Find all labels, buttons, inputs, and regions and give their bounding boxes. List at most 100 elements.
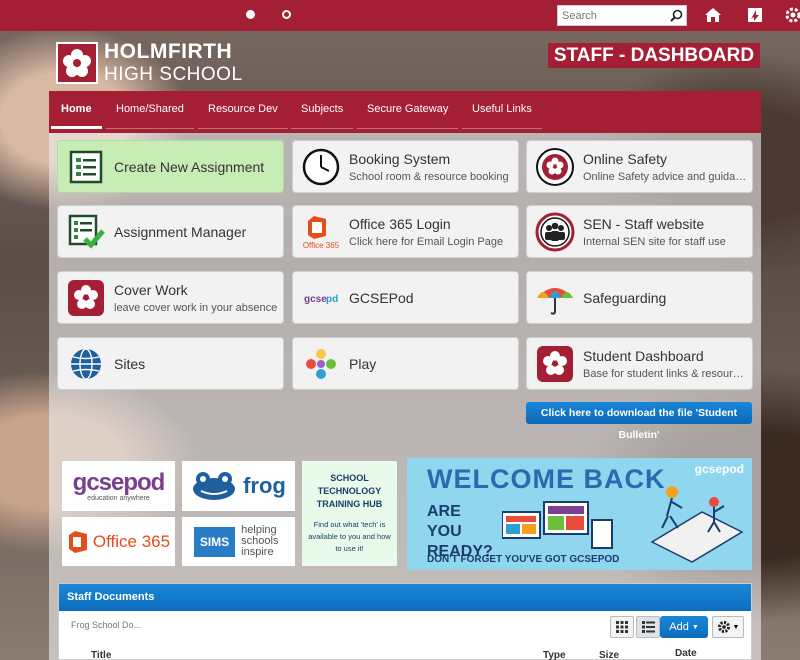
tile-title: Online Safety — [583, 150, 668, 167]
office365-banner[interactable]: Office 365 — [62, 517, 175, 566]
tile-cover-work[interactable]: Cover Work leave cover work in your absen… — [57, 271, 284, 324]
staff-documents-title: Staff Documents — [59, 584, 751, 611]
tile-safeguarding[interactable]: Safeguarding — [526, 271, 753, 324]
tile-play[interactable]: Play — [292, 337, 519, 390]
tile-subtitle: Click here for Email Login Page — [349, 235, 504, 248]
tech-hub-title: SCHOOL TECHNOLOGY TRAINING HUB — [316, 473, 383, 509]
search-box[interactable] — [557, 5, 687, 26]
svg-text:gcse: gcse — [304, 294, 327, 305]
tile-sites[interactable]: Sites — [57, 337, 284, 390]
top-bar — [0, 0, 800, 31]
settings-menu-button[interactable]: ▼ — [712, 616, 744, 638]
tile-title: SEN - Staff website — [583, 215, 705, 232]
tile-gcsepod[interactable]: gcse pd GCSEPod — [292, 271, 519, 324]
tile-title: Cover Work — [114, 281, 188, 298]
list-view-icon[interactable] — [636, 616, 660, 638]
sims-banner[interactable]: SIMS helping schools inspire — [182, 517, 295, 566]
play-icon — [293, 337, 349, 390]
nav-home-shared[interactable]: Home/Shared — [106, 91, 194, 129]
school-name-line1: HOLMFIRTH — [104, 40, 233, 63]
add-button[interactable]: Add ▼ — [660, 616, 708, 638]
column-title[interactable]: Title — [91, 650, 111, 660]
nav-resource-dev[interactable]: Resource Dev — [198, 91, 288, 129]
gcsepod-logo-text: gcsepod — [72, 468, 166, 496]
checklist-tick-icon — [58, 205, 114, 258]
tile-subtitle: Online Safety advice and guidance — [583, 170, 748, 183]
home-icon[interactable] — [704, 6, 722, 24]
sims-tagline: helping schools inspire — [241, 524, 279, 558]
tile-title: Sites — [114, 355, 146, 372]
school-crest-icon — [527, 337, 583, 390]
tile-student-dashboard[interactable]: Student Dashboard Base for student links … — [526, 337, 753, 390]
tile-online-safety[interactable]: Online Safety Online Safety advice and gu… — [526, 140, 753, 193]
school-name: HOLMFIRTH HIGH SCHOOL — [104, 41, 243, 84]
office365-text: Office 365 — [92, 531, 171, 551]
frog-banner[interactable]: frog — [182, 461, 295, 511]
add-label: Add — [669, 621, 689, 633]
settings-icon[interactable] — [784, 6, 800, 24]
sims-logo: SIMS — [193, 526, 236, 557]
frog-logo-text: frog — [243, 473, 286, 498]
tile-title: Assignment Manager — [114, 223, 247, 240]
school-crest-icon — [527, 140, 583, 193]
office365-icon — [68, 530, 87, 553]
breadcrumb[interactable]: Frog School Do... — [71, 620, 141, 630]
tile-office-365-login[interactable]: Office 365 Office 365 Login Click here fo… — [292, 205, 519, 258]
nav-subjects[interactable]: Subjects — [291, 91, 354, 129]
main-nav: Home Home/Shared Resource Dev Subjects S… — [49, 91, 761, 133]
column-size[interactable]: Size — [599, 650, 619, 660]
school-name-line2: HIGH SCHOOL — [104, 64, 243, 85]
carousel-dot[interactable] — [282, 10, 291, 19]
tile-subtitle: School room & resource booking — [349, 170, 509, 183]
school-logo[interactable] — [56, 42, 98, 84]
tile-subtitle: Base for student links & resources — [583, 367, 748, 380]
tech-hub-body: Find out what 'tech' is available to you… — [308, 520, 391, 553]
chevron-down-icon: ▼ — [732, 623, 740, 631]
office365-icon: Office 365 — [293, 205, 349, 258]
tile-title: Safeguarding — [583, 289, 667, 306]
tile-title: GCSEPod — [349, 289, 414, 306]
nav-secure-gateway[interactable]: Secure Gateway — [357, 91, 459, 129]
tile-title: Booking System — [349, 150, 451, 167]
svg-text:Office 365: Office 365 — [303, 241, 340, 250]
tile-title: Student Dashboard — [583, 347, 704, 364]
column-date[interactable]: Date — [675, 648, 697, 659]
tile-title: Office 365 Login — [349, 215, 451, 232]
tile-sen-staff-website[interactable]: SEN - Staff website Internal SEN site for… — [526, 205, 753, 258]
nav-useful-links[interactable]: Useful Links — [462, 91, 542, 129]
globe-icon — [58, 337, 114, 390]
download-student-bulletin-button[interactable]: Click here to download the file 'Student… — [526, 402, 752, 441]
tile-assignment-manager[interactable]: Assignment Manager — [57, 205, 284, 258]
tile-subtitle: Internal SEN site for staff use — [583, 235, 726, 248]
welcome-back-banner[interactable]: WELCOME BACK ARE YOU READY? DON'T FORGET… — [407, 458, 752, 570]
devices-illustration — [502, 486, 744, 563]
nav-home[interactable]: Home — [51, 91, 102, 129]
checklist-icon — [58, 140, 114, 193]
welcome-question: ARE YOU READY? — [427, 503, 493, 560]
search-input[interactable] — [558, 6, 666, 25]
umbrella-icon — [527, 271, 583, 324]
gear-icon — [717, 621, 730, 633]
page-title: STAFF - DASHBOARD — [548, 43, 760, 68]
chevron-down-icon: ▼ — [691, 623, 699, 631]
gcsepod-icon: gcse pd — [293, 271, 349, 324]
tech-hub-banner[interactable]: SCHOOL TECHNOLOGY TRAINING HUB Find out … — [302, 461, 397, 566]
column-type[interactable]: Type — [543, 650, 566, 660]
search-icon[interactable] — [666, 6, 686, 25]
people-icon — [527, 205, 583, 258]
clock-icon — [293, 140, 349, 193]
svg-text:pd: pd — [326, 294, 338, 305]
tile-subtitle: leave cover work in your absence — [114, 301, 278, 314]
tile-booking-system[interactable]: Booking System School room & resource boo… — [292, 140, 519, 193]
carousel-dot-active[interactable] — [246, 10, 255, 19]
tile-create-new-assignment[interactable]: Create New Assignment — [57, 140, 284, 193]
frog-icon[interactable] — [746, 6, 764, 24]
gcsepod-tagline: education anywhere — [87, 494, 150, 502]
gcsepod-banner[interactable]: gcsepod education anywhere — [62, 461, 175, 511]
school-crest-icon — [58, 271, 114, 324]
grid-view-icon[interactable] — [610, 616, 634, 638]
tile-title: Create New Assignment — [114, 158, 265, 175]
tile-title: Play — [349, 355, 377, 372]
frog-logo-icon — [193, 472, 236, 500]
staff-documents-widget: Staff Documents Frog School Do... Add ▼ … — [58, 583, 752, 660]
